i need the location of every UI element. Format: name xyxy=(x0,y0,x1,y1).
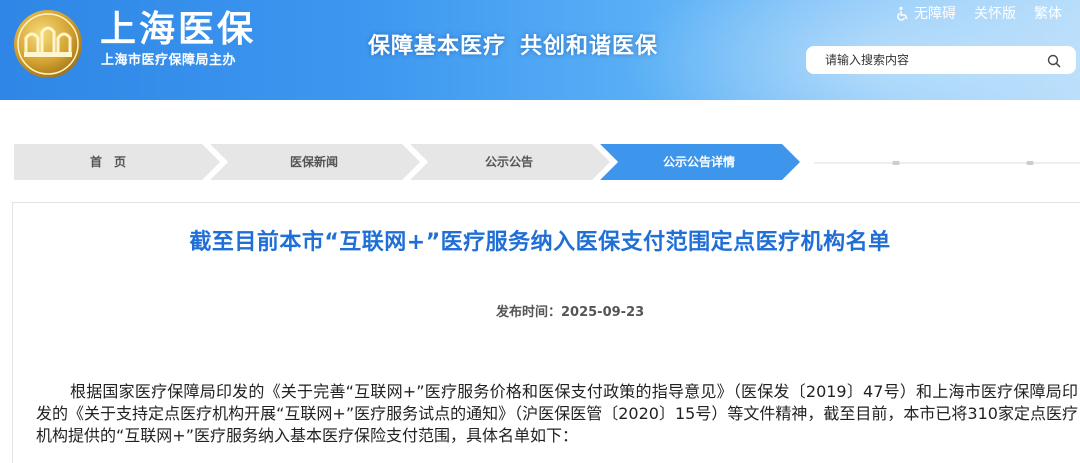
accessibility-link[interactable]: 无障碍 xyxy=(895,4,956,24)
slogan-part-1: 保障基本医疗 xyxy=(368,34,507,59)
header-slogan: 保障基本医疗 共创和谐医保 xyxy=(368,33,658,61)
wheelchair-icon xyxy=(895,6,911,22)
site-title[interactable]: 上海医保 xyxy=(100,8,256,52)
logo-emblem-icon xyxy=(14,10,82,78)
slogan-part-2: 共创和谐医保 xyxy=(520,34,659,59)
site-header: 上海医保 上海市医疗保障局主办 保障基本医疗 共创和谐医保 无障碍 关怀版 繁体 xyxy=(0,0,1080,100)
article-title: 截至目前本市“互联网+”医疗服务纳入医保支付范围定点医疗机构名单 xyxy=(189,230,891,255)
site-logo[interactable] xyxy=(12,8,84,80)
care-version-link[interactable]: 关怀版 xyxy=(974,4,1016,24)
breadcrumb-progress-line xyxy=(814,161,1080,165)
publish-date: 发布时间：2025-09-23 xyxy=(496,305,645,320)
search-box xyxy=(806,46,1076,74)
top-links: 无障碍 关怀版 繁体 xyxy=(895,4,1062,24)
search-input[interactable] xyxy=(825,52,1035,68)
accessibility-label: 无障碍 xyxy=(914,6,956,22)
site-subtitle: 上海市医疗保障局主办 xyxy=(101,53,237,68)
breadcrumb: 首 页 医保新闻 公示公告 公示公告详情 xyxy=(14,144,1080,180)
search-icon[interactable] xyxy=(1047,53,1061,72)
traditional-chinese-link[interactable]: 繁体 xyxy=(1034,4,1062,24)
article-paragraph: 根据国家医疗保障局印发的《关于完善“互联网+”医疗服务价格和医保支付政策的指导意… xyxy=(36,382,1078,445)
